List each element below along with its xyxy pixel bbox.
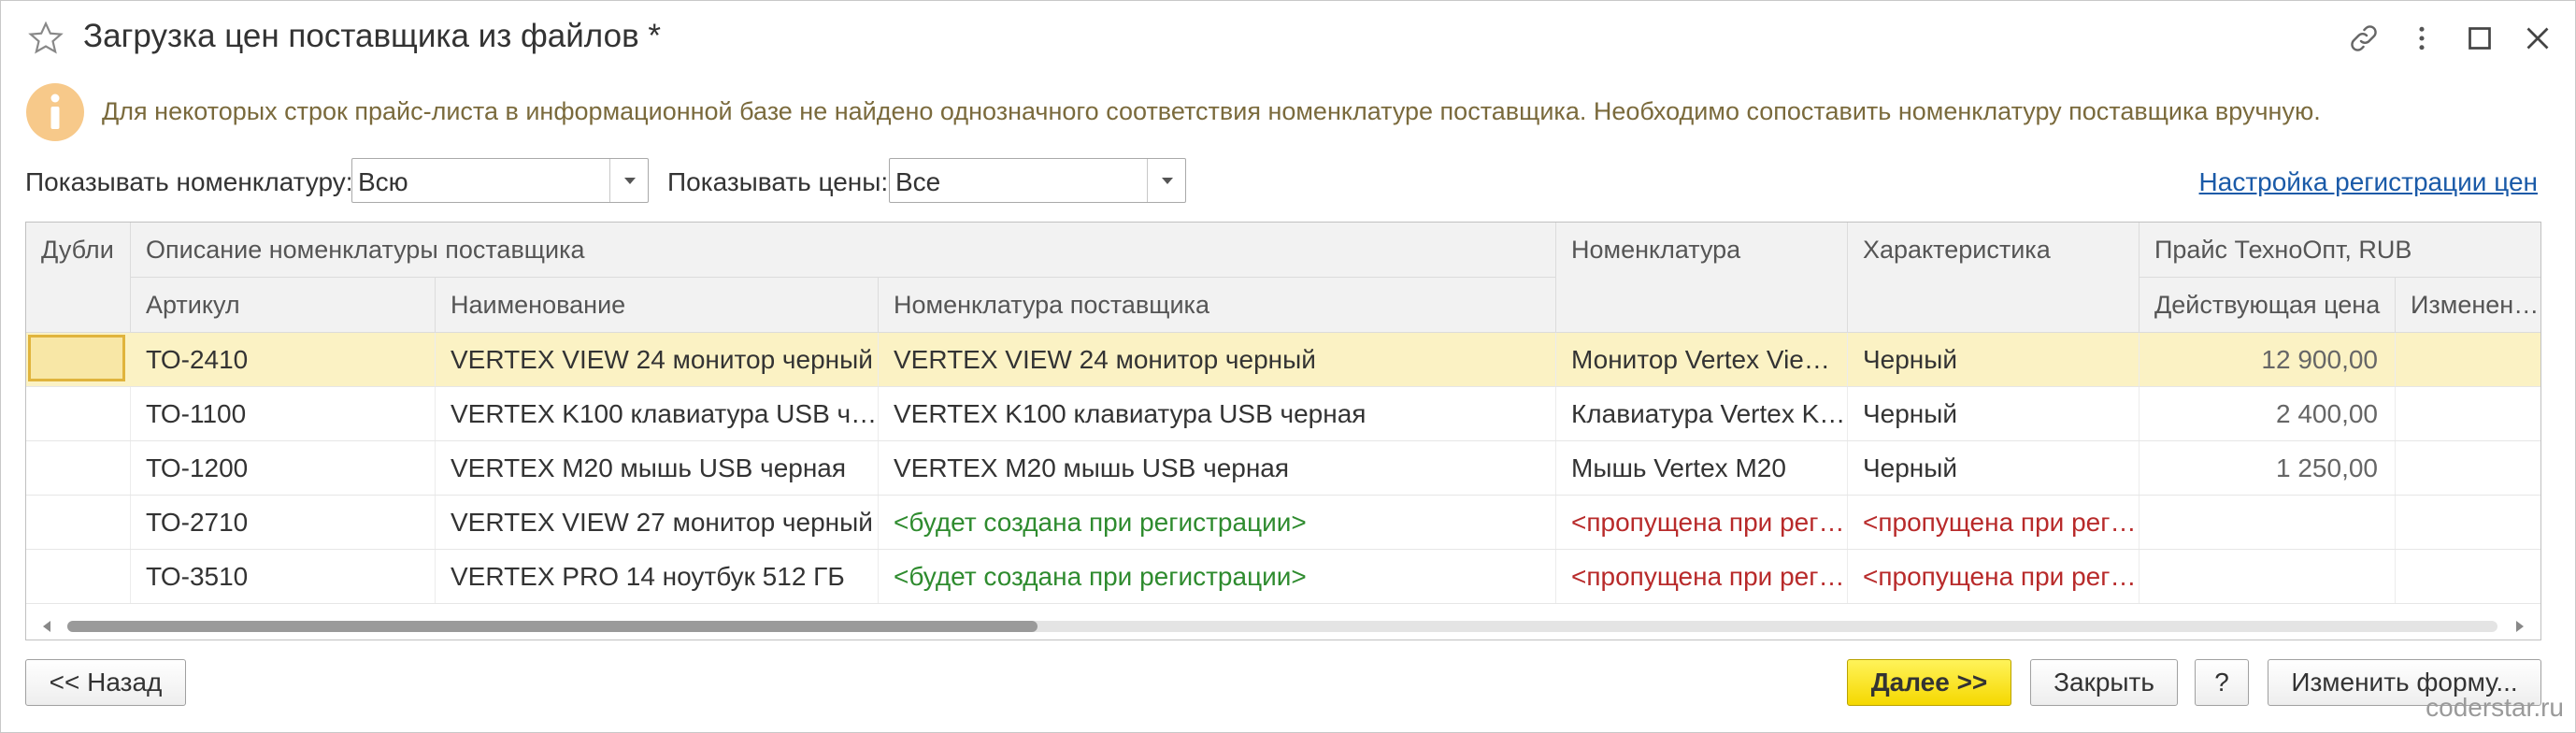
col-header-change[interactable]: Изменение: [2396, 278, 2540, 333]
col-header-dupes[interactable]: Дубли: [26, 223, 131, 333]
info-icon: [24, 81, 86, 143]
dupes-cell: [26, 550, 131, 603]
col-group-price-list: Прайс ТехноОпт, RUB: [2140, 223, 2540, 278]
next-button[interactable]: Далее >>: [1847, 659, 2011, 706]
item-cell[interactable]: Монитор Vertex View 24: [1556, 333, 1848, 386]
price-cell: 2 400,00: [2140, 387, 2396, 440]
price-cell: 12 900,00: [2140, 333, 2396, 386]
price-registration-settings-link[interactable]: Настройка регистрации цен: [2199, 167, 2538, 197]
chevron-down-icon[interactable]: [609, 159, 648, 202]
name-cell: VERTEX M20 мышь USB черная: [436, 441, 879, 495]
show-prices-value: Все: [895, 167, 941, 196]
change-cell: [2396, 387, 2540, 440]
table-row[interactable]: ТО-2410 VERTEX VIEW 24 монитор черный VE…: [26, 333, 2540, 387]
show-items-label: Показывать номенклатуру:: [25, 167, 353, 196]
window-title: Загрузка цен поставщика из файлов *: [83, 18, 662, 54]
article-cell: ТО-2410: [131, 333, 436, 386]
window: Загрузка цен поставщика из файлов * Для …: [0, 0, 2576, 733]
dupes-cell: [26, 441, 131, 495]
col-header-characteristic[interactable]: Характеристика: [1848, 223, 2140, 333]
dupes-cell: [26, 496, 131, 549]
back-button[interactable]: << Назад: [25, 659, 186, 706]
help-button[interactable]: ?: [2195, 659, 2249, 706]
info-message: Для некоторых строк прайс-листа в информ…: [102, 97, 2321, 125]
change-cell: [2396, 441, 2540, 495]
table-row[interactable]: ТО-1200 VERTEX M20 мышь USB черная VERTE…: [26, 441, 2540, 496]
item-cell[interactable]: <пропущена при регистрации>: [1556, 496, 1848, 549]
col-group-supplier-description: Описание номенклатуры поставщика: [131, 223, 1556, 278]
close-button[interactable]: Закрыть: [2030, 659, 2178, 706]
scroll-left-icon[interactable]: [43, 621, 50, 632]
supplier-item-cell[interactable]: VERTEX K100 клавиатура USB черная: [879, 387, 1556, 440]
article-cell: ТО-1100: [131, 387, 436, 440]
supplier-item-cell[interactable]: <будет создана при регистрации>: [879, 496, 1556, 549]
close-icon[interactable]: [2521, 22, 2555, 55]
watermark: coderstar.ru: [2426, 693, 2564, 722]
dupes-cell-focused[interactable]: [28, 335, 125, 381]
name-cell: VERTEX VIEW 24 монитор черный: [436, 333, 879, 386]
show-items-value: Всю: [358, 167, 408, 196]
supplier-item-cell[interactable]: VERTEX VIEW 24 монитор черный: [879, 333, 1556, 386]
article-cell: ТО-2710: [131, 496, 436, 549]
price-cell: [2140, 496, 2396, 549]
change-cell: [2396, 333, 2540, 386]
characteristic-cell[interactable]: <пропущена при регистрации>: [1848, 496, 2140, 549]
change-cell: [2396, 550, 2540, 603]
characteristic-cell[interactable]: Черный: [1848, 387, 2140, 440]
table-row[interactable]: ТО-3510 VERTEX PRO 14 ноутбук 512 ГБ <бу…: [26, 550, 2540, 604]
maximize-icon[interactable]: [2463, 22, 2497, 55]
name-cell: VERTEX K100 клавиатура USB черная: [436, 387, 879, 440]
price-cell: 1 250,00: [2140, 441, 2396, 495]
table-row[interactable]: ТО-2710 VERTEX VIEW 27 монитор черный <б…: [26, 496, 2540, 550]
show-prices-label: Показывать цены:: [667, 167, 889, 196]
star-icon[interactable]: [27, 20, 64, 57]
horizontal-scrollbar[interactable]: [26, 613, 2540, 640]
supplier-item-cell[interactable]: <будет создана при регистрации>: [879, 550, 1556, 603]
item-cell[interactable]: Мышь Vertex M20: [1556, 441, 1848, 495]
show-items-select[interactable]: Всю: [351, 158, 649, 203]
price-cell: [2140, 550, 2396, 603]
table-row[interactable]: ТО-1100 VERTEX K100 клавиатура USB черна…: [26, 387, 2540, 441]
col-header-current-price[interactable]: Действующая цена: [2140, 278, 2396, 333]
supplier-item-cell[interactable]: VERTEX M20 мышь USB черная: [879, 441, 1556, 495]
article-cell: ТО-1200: [131, 441, 436, 495]
show-prices-select[interactable]: Все: [889, 158, 1186, 203]
col-header-supplier-item[interactable]: Номенклатура поставщика: [879, 278, 1556, 333]
name-cell: VERTEX PRO 14 ноутбук 512 ГБ: [436, 550, 879, 603]
change-cell: [2396, 496, 2540, 549]
scrollbar-thumb[interactable]: [67, 621, 1038, 632]
chevron-down-icon[interactable]: [1147, 159, 1185, 202]
price-table[interactable]: Дубли Описание номенклатуры поставщика Н…: [25, 222, 2541, 640]
link-icon[interactable]: [2347, 22, 2381, 55]
dupes-cell: [26, 387, 131, 440]
col-header-article[interactable]: Артикул: [131, 278, 436, 333]
characteristic-cell[interactable]: Черный: [1848, 333, 2140, 386]
item-cell[interactable]: <пропущена при регистрации>: [1556, 550, 1848, 603]
col-header-name[interactable]: Наименование: [436, 278, 879, 333]
characteristic-cell[interactable]: Черный: [1848, 441, 2140, 495]
characteristic-cell[interactable]: <пропущена при регистрации>: [1848, 550, 2140, 603]
article-cell: ТО-3510: [131, 550, 436, 603]
col-header-item[interactable]: Номенклатура: [1556, 223, 1848, 333]
scroll-right-icon[interactable]: [2516, 621, 2524, 632]
name-cell: VERTEX VIEW 27 монитор черный: [436, 496, 879, 549]
more-icon[interactable]: [2405, 22, 2439, 55]
title-bar: Загрузка цен поставщика из файлов *: [1, 1, 2575, 76]
item-cell[interactable]: Клавиатура Vertex K100: [1556, 387, 1848, 440]
